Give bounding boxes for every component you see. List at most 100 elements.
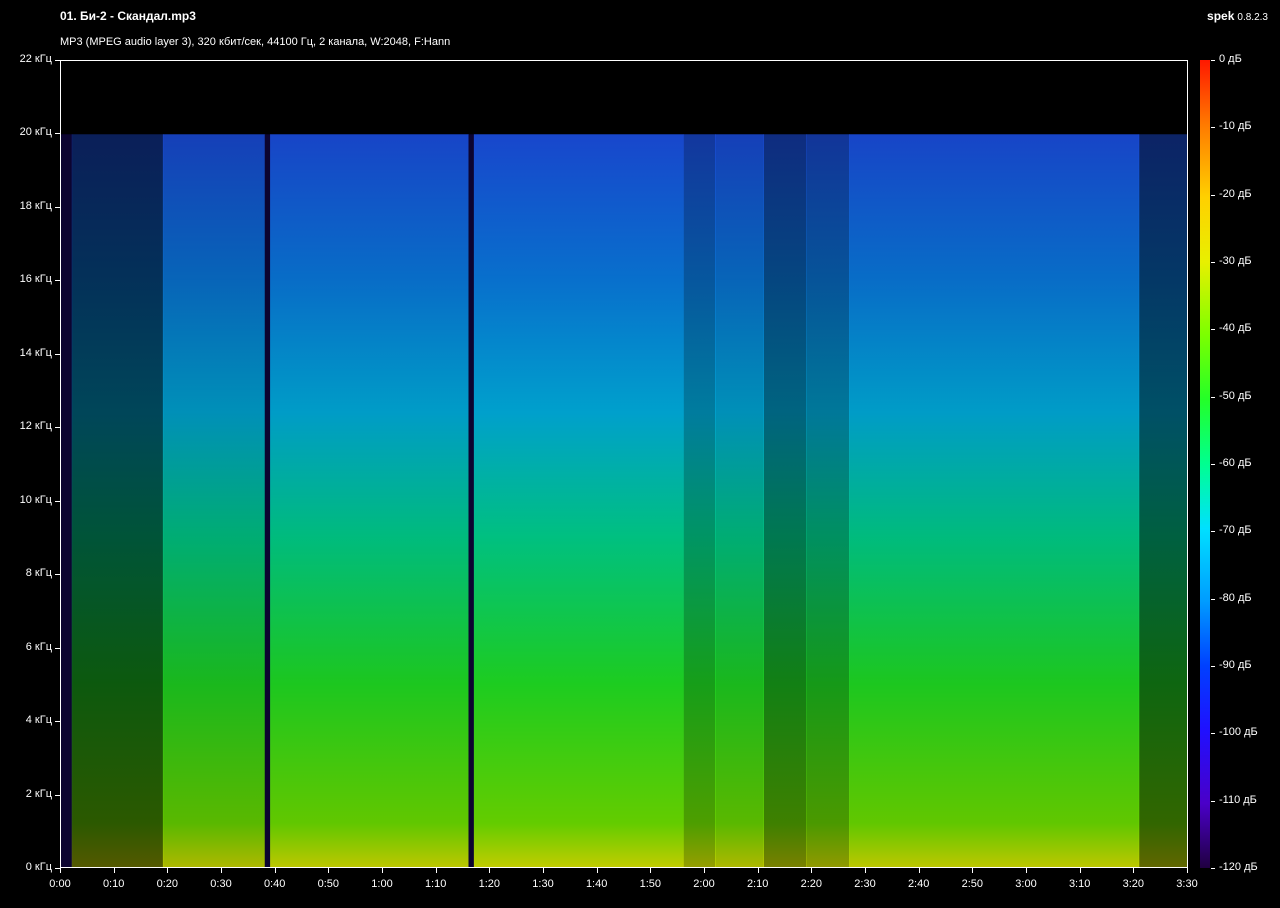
time-tick-mark — [543, 868, 544, 873]
db-tick-mark — [1211, 60, 1215, 61]
frequency-tick-mark — [55, 207, 60, 208]
spectrogram-segment — [264, 134, 271, 867]
time-tick-label: 1:30 — [532, 878, 554, 890]
spectrogram-segment — [682, 134, 716, 867]
app-brand: spek 0.8.2.3 — [1207, 9, 1268, 23]
time-tick-mark — [919, 868, 920, 873]
db-tick-mark — [1211, 599, 1215, 600]
time-tick-label: 2:30 — [854, 878, 876, 890]
spectrogram-segment — [473, 134, 684, 867]
frequency-tick-mark — [55, 133, 60, 134]
app-version: 0.8.2.3 — [1237, 12, 1268, 23]
time-tick-mark — [704, 868, 705, 873]
spectrogram-plot[interactable] — [60, 60, 1188, 868]
spectrogram-segment — [806, 134, 850, 867]
time-tick-label: 0:10 — [102, 878, 125, 890]
frequency-tick-mark — [55, 354, 60, 355]
time-tick-mark — [489, 868, 490, 873]
time-tick-label: 2:50 — [961, 878, 984, 890]
db-tick-label: -90 дБ — [1219, 659, 1252, 671]
time-tick-mark — [436, 868, 437, 873]
db-tick-mark — [1211, 329, 1215, 330]
frequency-tick-mark — [55, 574, 60, 575]
time-tick-mark — [1133, 868, 1134, 873]
frequency-tick-mark — [55, 795, 60, 796]
time-tick-label: 3:00 — [1015, 878, 1037, 890]
frequency-tick-mark — [55, 721, 60, 722]
db-tick-label: 0 дБ — [1219, 53, 1242, 65]
db-tick-label: -20 дБ — [1219, 187, 1252, 200]
spectrogram-segment — [61, 134, 73, 867]
frequency-tick-mark — [55, 427, 60, 428]
spectrogram-segment — [1138, 134, 1187, 867]
time-tick-mark — [328, 868, 329, 873]
frequency-tick-mark — [55, 60, 60, 61]
time-tick-mark — [167, 868, 168, 873]
time-tick-label: 1:50 — [639, 878, 662, 890]
frequency-tick-label: 20 кГц — [19, 126, 52, 139]
time-tick-mark — [114, 868, 115, 873]
time-tick-mark — [597, 868, 598, 873]
db-tick-mark — [1211, 195, 1215, 196]
db-tick-mark — [1211, 868, 1215, 869]
frequency-tick-label: 12 кГц — [19, 420, 52, 433]
time-tick-mark — [382, 868, 383, 873]
db-tick-label: -30 дБ — [1219, 255, 1252, 267]
time-tick-mark — [650, 868, 651, 873]
spectrogram-segment — [849, 134, 1140, 867]
time-tick-label: 0:50 — [317, 878, 340, 890]
file-title: 01. Би-2 - Скандал.mp3 — [60, 9, 196, 23]
frequency-tick-label: 0 кГц — [25, 861, 52, 873]
time-tick-label: 0:00 — [49, 878, 71, 890]
time-tick-mark — [972, 868, 973, 873]
time-tick-label: 0:30 — [210, 878, 232, 890]
time-tick-label: 1:20 — [478, 878, 501, 890]
time-tick-label: 3:30 — [1176, 878, 1198, 890]
time-tick-label: 1:00 — [371, 878, 393, 890]
time-tick-label: 2:10 — [746, 878, 769, 890]
db-tick-label: -80 дБ — [1219, 591, 1252, 604]
spectrogram-segment — [468, 134, 475, 867]
time-tick-label: 0:20 — [156, 878, 179, 890]
db-tick-label: -10 дБ — [1219, 120, 1252, 133]
time-tick-mark — [865, 868, 866, 873]
db-tick-label: -50 дБ — [1219, 389, 1252, 402]
spectrogram-segment — [71, 134, 164, 867]
frequency-tick-mark — [55, 648, 60, 649]
frequency-tick-mark — [55, 501, 60, 502]
frequency-tick-label: 22 кГц — [19, 53, 52, 65]
frequency-tick-label: 4 кГц — [25, 714, 52, 727]
file-info: MP3 (MPEG audio layer 3), 320 кбит/сек, … — [60, 36, 451, 48]
time-tick-label: 2:40 — [907, 878, 930, 890]
db-tick-label: -70 дБ — [1219, 524, 1252, 537]
time-tick-mark — [1026, 868, 1027, 873]
db-tick-label: -40 дБ — [1219, 322, 1252, 335]
spectrogram-segment — [162, 134, 266, 867]
spectrogram-heatmap — [61, 134, 1187, 867]
time-tick-label: 3:10 — [1068, 878, 1091, 890]
frequency-tick-label: 6 кГц — [25, 640, 52, 653]
app-name: spek — [1207, 9, 1235, 23]
time-tick-label: 2:00 — [693, 878, 715, 890]
frequency-tick-label: 14 кГц — [19, 346, 52, 359]
db-tick-mark — [1211, 397, 1215, 398]
spectrogram-segment — [763, 134, 807, 867]
time-tick-mark — [221, 868, 222, 873]
time-tick-mark — [60, 868, 61, 873]
time-tick-mark — [1080, 868, 1081, 873]
spectrogram-segment — [715, 134, 764, 867]
time-tick-mark — [758, 868, 759, 873]
spectrogram-segment — [270, 134, 469, 867]
time-tick-label: 2:20 — [800, 878, 823, 890]
db-tick-label: -60 дБ — [1219, 457, 1252, 469]
time-tick-mark — [275, 868, 276, 873]
time-tick-label: 0:40 — [263, 878, 286, 890]
db-tick-mark — [1211, 531, 1215, 532]
frequency-tick-label: 8 кГц — [25, 567, 52, 580]
frequency-tick-label: 10 кГц — [19, 493, 52, 506]
time-tick-label: 3:20 — [1122, 878, 1145, 890]
db-tick-label: -110 дБ — [1219, 793, 1257, 806]
db-tick-mark — [1211, 733, 1215, 734]
db-tick-mark — [1211, 464, 1215, 465]
frequency-tick-label: 2 кГц — [25, 787, 52, 800]
